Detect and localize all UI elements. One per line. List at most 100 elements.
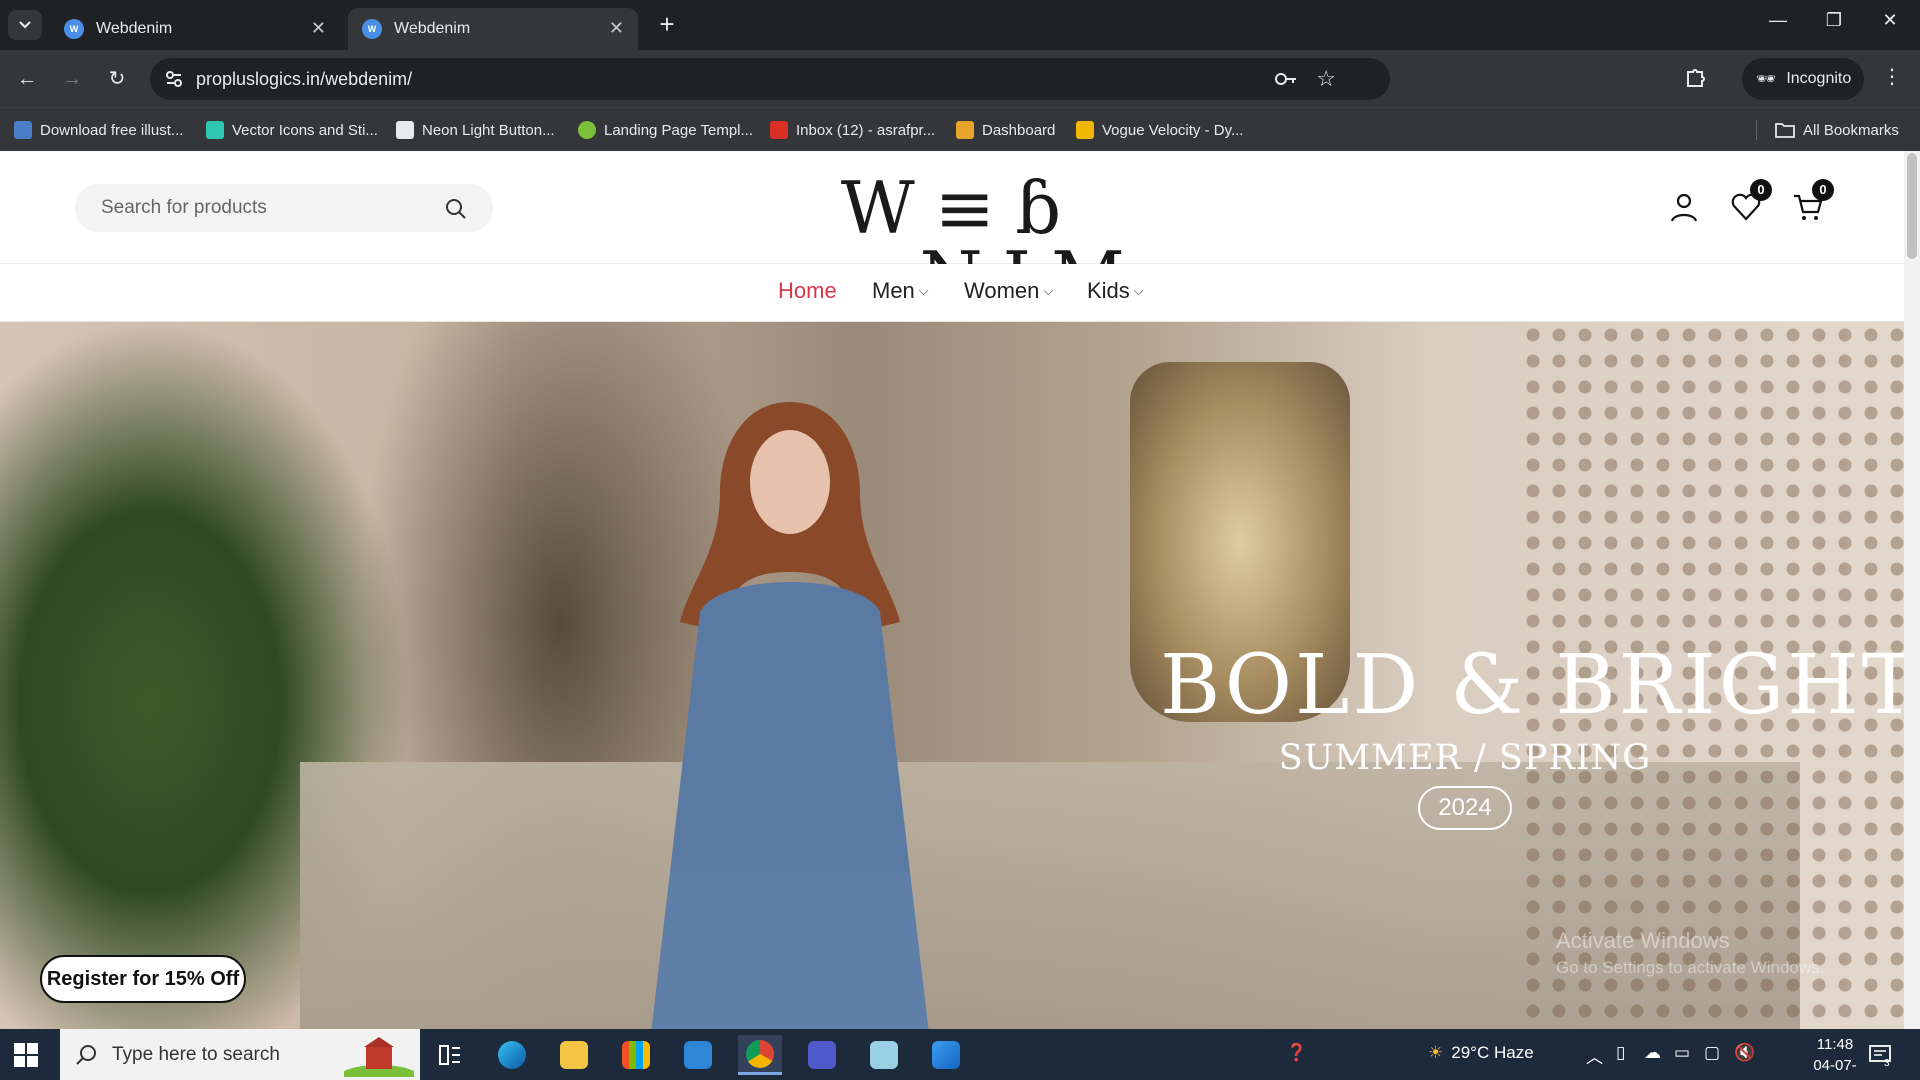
volume-muted-icon[interactable]: 🔇: [1734, 1043, 1755, 1063]
more-menu-icon[interactable]: ⋮: [1882, 64, 1902, 89]
watermark-line2: Go to Settings to activate Windows.: [1556, 958, 1825, 977]
search-icon: [76, 1044, 96, 1065]
all-bookmarks-label: All Bookmarks: [1803, 121, 1899, 139]
bookmark-item[interactable]: Neon Light Button...: [396, 118, 555, 142]
photos-taskbar-button[interactable]: [924, 1035, 968, 1075]
wishlist-button[interactable]: 0: [1730, 179, 1772, 223]
close-icon[interactable]: ✕: [311, 18, 326, 39]
windows-taskbar: Type here to search ❓ ☀ 29°C Haze ︿ ▯ ☁ …: [0, 1029, 1920, 1080]
reload-button[interactable]: ↻: [102, 64, 132, 94]
bookmark-label: Vogue Velocity - Dy...: [1102, 121, 1244, 139]
scrollbar-thumb[interactable]: [1907, 153, 1917, 259]
hero-text: BOLD & BRIGHT SUMMER / SPRING 2024: [1160, 638, 1904, 830]
site-info-icon[interactable]: [164, 69, 184, 89]
browser-chrome: W Webdenim ✕ W Webdenim ✕ + — ❐ ✕ ← → ↻ …: [0, 0, 1920, 151]
mail-taskbar-button[interactable]: [676, 1035, 720, 1075]
bookmarks-bar: Download free illust... Vector Icons and…: [0, 107, 1920, 151]
close-icon[interactable]: ✕: [609, 18, 624, 39]
bookmark-favicon-icon: [206, 121, 224, 139]
back-button[interactable]: ←: [12, 64, 42, 94]
forward-button[interactable]: →: [57, 64, 87, 94]
edge-taskbar-button[interactable]: [490, 1035, 534, 1075]
store-taskbar-button[interactable]: [614, 1035, 658, 1075]
bookmark-item[interactable]: Dashboard: [956, 118, 1055, 142]
bookmark-star-icon[interactable]: ☆: [1316, 66, 1336, 92]
bookmark-item[interactable]: Landing Page Templ...: [578, 118, 753, 142]
weather-text: 29°C Haze: [1451, 1043, 1534, 1062]
close-window-button[interactable]: ✕: [1870, 10, 1910, 31]
chrome-icon: [746, 1039, 774, 1068]
nav-home[interactable]: Home: [778, 278, 837, 304]
hero-banner: BOLD & BRIGHT SUMMER / SPRING 2024 Activ…: [0, 322, 1904, 1029]
search-icon[interactable]: [445, 198, 467, 220]
weather-widget[interactable]: ☀ 29°C Haze: [1428, 1043, 1534, 1063]
nav-women[interactable]: Women ⌵: [964, 278, 1053, 304]
mail-icon: [684, 1041, 712, 1069]
nav-men[interactable]: Men ⌵: [872, 278, 929, 304]
tab-webdenim-2[interactable]: W Webdenim ✕: [348, 8, 638, 50]
clock-date: 04-07-2024: [1813, 1057, 1857, 1080]
notes-taskbar-button[interactable]: [862, 1035, 906, 1075]
taskbar-search[interactable]: Type here to search: [60, 1029, 420, 1080]
bookmark-item[interactable]: Vector Icons and Sti...: [206, 118, 378, 142]
all-bookmarks[interactable]: All Bookmarks: [1756, 118, 1899, 142]
nav-home-label: Home: [778, 278, 837, 303]
incognito-indicator[interactable]: 🕶 Incognito: [1742, 58, 1864, 100]
cart-count-badge: 0: [1812, 179, 1834, 201]
search-highlight-illustration-icon: [344, 1037, 414, 1077]
task-view-button[interactable]: [428, 1035, 472, 1075]
bookmark-favicon-icon: [578, 121, 596, 139]
address-bar[interactable]: propluslogics.in/webdenim/ ☆: [150, 58, 1390, 100]
system-clock[interactable]: 11:48 04-07-2024: [1800, 1034, 1870, 1080]
tab-search-button[interactable]: [8, 10, 42, 40]
page-scrollbar[interactable]: [1904, 151, 1920, 1029]
nav-women-label: Women: [964, 278, 1040, 303]
windows-activation-watermark: Activate Windows Go to Settings to activ…: [1556, 928, 1824, 978]
bookmark-item[interactable]: Inbox (12) - asrafpr...: [770, 118, 935, 142]
register-discount-button[interactable]: Register for 15% Off: [40, 955, 246, 1003]
product-search[interactable]: [75, 184, 493, 232]
bookmark-label: Vector Icons and Sti...: [232, 121, 378, 139]
bookmark-item[interactable]: Download free illust...: [14, 118, 183, 142]
network-icon[interactable]: ▢: [1704, 1043, 1720, 1063]
notification-center-icon[interactable]: 3: [1868, 1043, 1894, 1067]
site-logo[interactable]: W≡ɓ ᴅ≡NIM: [686, 172, 1236, 314]
new-tab-button[interactable]: +: [652, 10, 682, 40]
minimize-button[interactable]: —: [1758, 10, 1798, 31]
device-icon[interactable]: ▯: [1616, 1043, 1625, 1063]
onedrive-cloud-icon[interactable]: ☁: [1644, 1043, 1661, 1063]
file-explorer-taskbar-button[interactable]: [552, 1035, 596, 1075]
browser-toolbar: ← → ↻ propluslogics.in/webdenim/ ☆ 🕶 Inc…: [0, 50, 1920, 107]
edge-icon: [498, 1041, 526, 1069]
extensions-puzzle-icon[interactable]: [1680, 64, 1710, 94]
microsoft-store-icon: [622, 1041, 650, 1069]
incognito-label: Incognito: [1786, 70, 1852, 87]
weather-haze-icon: ☀: [1428, 1043, 1444, 1062]
search-input[interactable]: [101, 184, 421, 232]
windows-start-icon[interactable]: [14, 1043, 38, 1067]
gmail-icon: [770, 121, 788, 139]
bookmark-label: Download free illust...: [40, 121, 184, 139]
bookmark-item[interactable]: Vogue Velocity - Dy...: [1076, 118, 1243, 142]
chevron-down-icon: ⌵: [918, 283, 929, 298]
bookmark-label: Neon Light Button...: [422, 121, 555, 139]
photos-icon: [932, 1041, 960, 1069]
task-view-icon: [439, 1045, 460, 1065]
battery-icon[interactable]: ▭: [1674, 1043, 1690, 1063]
chrome-taskbar-button[interactable]: [738, 1035, 782, 1075]
hero-title: BOLD & BRIGHT: [1160, 638, 1904, 733]
folder-icon: [1775, 123, 1795, 138]
teams-taskbar-button[interactable]: [800, 1035, 844, 1075]
bookmark-label: Landing Page Templ...: [604, 121, 753, 139]
cart-button[interactable]: 0: [1792, 179, 1834, 223]
notes-app-icon: [870, 1041, 898, 1069]
tab-title: Webdenim: [394, 20, 471, 37]
restore-button[interactable]: ❐: [1814, 10, 1854, 31]
tab-webdenim-1[interactable]: W Webdenim ✕: [50, 8, 340, 50]
password-key-icon[interactable]: [1274, 68, 1298, 90]
help-icon[interactable]: ❓: [1286, 1043, 1307, 1063]
show-hidden-icons-chevron-icon[interactable]: ︿: [1586, 1043, 1603, 1068]
folder-icon: [560, 1041, 588, 1069]
nav-kids[interactable]: Kids ⌵: [1087, 278, 1144, 304]
user-account-icon[interactable]: [1668, 191, 1700, 223]
